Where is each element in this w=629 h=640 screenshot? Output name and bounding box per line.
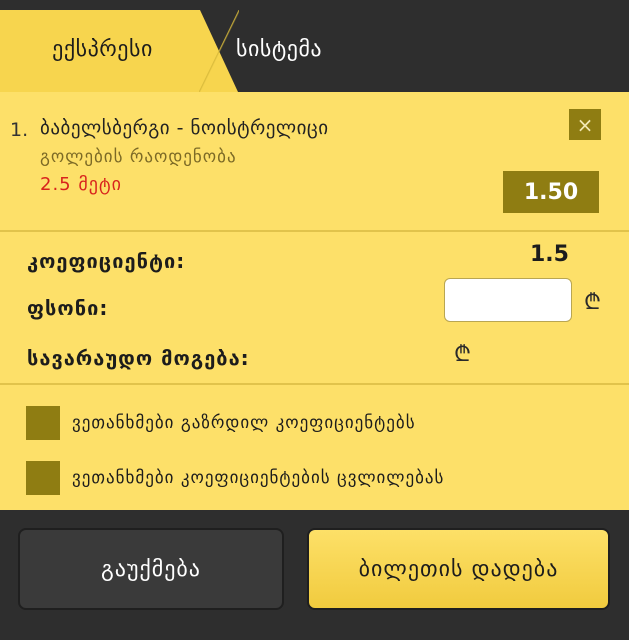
- accept-increased-odds-checkbox[interactable]: [26, 406, 60, 440]
- tab-express-label[interactable]: ექსპრესი: [0, 10, 205, 88]
- bet-type-tabs: ექსპრესი სისტემა: [0, 0, 629, 92]
- stake-input[interactable]: [444, 278, 572, 322]
- bet-index: 1.: [10, 119, 29, 141]
- accept-odds-changes-checkbox[interactable]: [26, 461, 60, 495]
- place-bet-button[interactable]: ბილეთის დადება: [307, 528, 610, 610]
- coefficient-label: კოეფიციენტი:: [27, 249, 186, 273]
- remove-bet-button[interactable]: ×: [569, 109, 601, 140]
- accept-odds-changes-option[interactable]: ვეთანხმები კოეფიციენტების ცვლილებას: [26, 461, 444, 495]
- stake-label: ფსონი:: [27, 296, 109, 320]
- tab-system[interactable]: სისტემა: [236, 10, 322, 88]
- tab-divider: [199, 10, 239, 92]
- potential-win-currency-icon: ₾: [454, 342, 471, 367]
- bet-options: ვეთანხმები გაზრდილ კოეფიციენტებს ვეთანხმ…: [0, 385, 629, 510]
- action-bar: გაუქმება ბილეთის დადება: [0, 510, 629, 640]
- coefficient-value: 1.5: [530, 242, 569, 267]
- accept-odds-changes-label: ვეთანხმები კოეფიციენტების ცვლილებას: [72, 468, 445, 488]
- bet-item: 1. ბაბელსბერგი - ნოისტრელიცი გოლების რაო…: [0, 92, 629, 232]
- bet-match-name: ბაბელსბერგი - ნოისტრელიცი: [40, 117, 329, 139]
- potential-win-label: სავარაუდო მოგება:: [27, 346, 250, 370]
- bet-market: გოლების რაოდენობა: [40, 147, 237, 167]
- accept-increased-odds-label: ვეთანხმები გაზრდილ კოეფიციენტებს: [72, 413, 416, 433]
- cancel-button[interactable]: გაუქმება: [18, 528, 284, 610]
- bet-odds: 1.50: [503, 171, 599, 213]
- close-icon: ×: [576, 112, 594, 137]
- accept-increased-odds-option[interactable]: ვეთანხმები გაზრდილ კოეფიციენტებს: [26, 406, 416, 440]
- bet-pick: 2.5 მეტი: [40, 174, 122, 195]
- bet-summary: კოეფიციენტი: 1.5 ფსონი: ₾ სავარაუდო მოგე…: [0, 232, 629, 385]
- currency-icon: ₾: [584, 290, 601, 315]
- betslip-panel: 1. ბაბელსბერგი - ნოისტრელიცი გოლების რაო…: [0, 92, 629, 510]
